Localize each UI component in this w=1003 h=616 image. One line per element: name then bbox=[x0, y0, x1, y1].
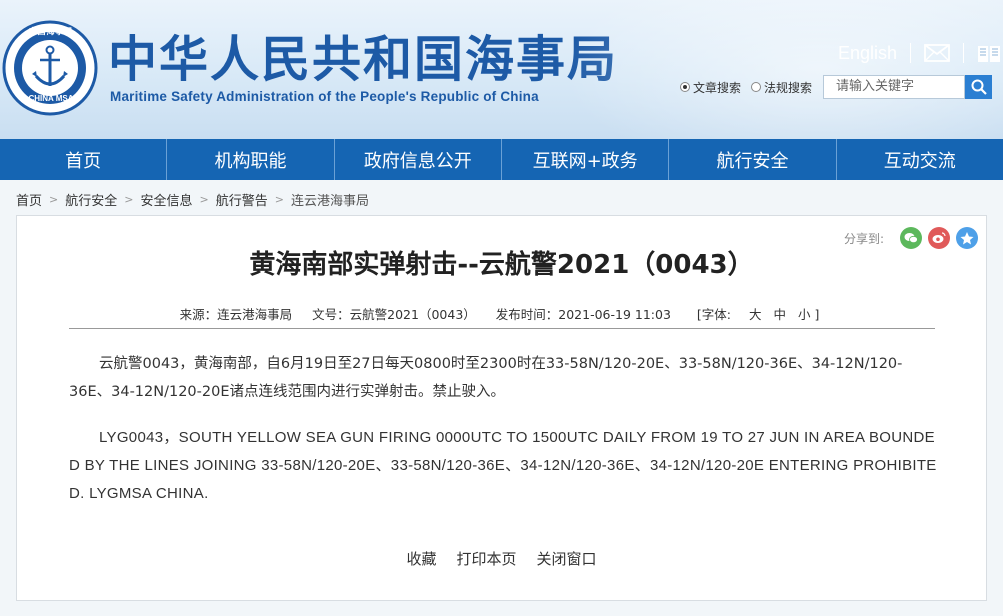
close-window-link[interactable]: 关闭窗口 bbox=[537, 548, 597, 569]
main-nav: 首页 机构职能 政府信息公开 互联网+政务 航行安全 互动交流 bbox=[0, 139, 1003, 180]
nav-item-navigation-safety[interactable]: 航行安全 bbox=[669, 139, 837, 180]
site-header: 中国海事局 CHINA MSA 中华人民共和国海事局 Maritime Safe… bbox=[0, 0, 1003, 139]
meta-doc-no: 文号：云航警2021（0043） bbox=[312, 307, 476, 322]
breadcrumb-item[interactable]: 连云港海事局 bbox=[291, 190, 369, 209]
article-meta: 来源：连云港海事局 文号：云航警2021（0043） 发布时间：2021-06-… bbox=[17, 304, 986, 323]
article-paragraph-en: LYG0043，SOUTH YELLOW SEA GUN FIRING 0000… bbox=[69, 429, 937, 502]
radio-label: 文章搜索 bbox=[693, 80, 742, 95]
breadcrumb: 首页 > 航行安全 > 安全信息 > 航行警告 > 连云港海事局 bbox=[16, 190, 369, 209]
search-button[interactable] bbox=[965, 75, 993, 99]
radio-label: 法规搜索 bbox=[764, 80, 813, 95]
site-title-zh[interactable]: 中华人民共和国海事局 bbox=[108, 30, 618, 90]
chevron-right-icon: > bbox=[274, 192, 284, 206]
breadcrumb-item[interactable]: 首页 bbox=[16, 190, 42, 209]
breadcrumb-item[interactable]: 安全信息 bbox=[140, 190, 192, 209]
font-size-control: [字体: 大 中 小 ] bbox=[687, 304, 823, 323]
font-large-button[interactable]: 大 bbox=[749, 307, 762, 322]
logo-text-top: 中国海事局 bbox=[28, 27, 74, 36]
radio-unselected-icon[interactable] bbox=[751, 82, 762, 92]
search-input[interactable]: 请输入关键字 bbox=[823, 75, 966, 99]
font-small-button[interactable]: 小 ] bbox=[798, 307, 819, 322]
nav-item-home[interactable]: 首页 bbox=[0, 139, 168, 180]
font-medium-button[interactable]: 中 bbox=[774, 307, 787, 322]
divider bbox=[963, 43, 965, 63]
logo-text-bottom: CHINA MSA bbox=[28, 94, 74, 103]
nav-item-internet-gov[interactable]: 互联网+政务 bbox=[502, 139, 670, 180]
bookmark-link[interactable]: 收藏 bbox=[406, 548, 436, 569]
breadcrumb-item[interactable]: 航行警告 bbox=[216, 190, 268, 209]
chevron-right-icon: > bbox=[124, 192, 134, 206]
top-links: English bbox=[838, 40, 1001, 66]
font-size-label: [字体: bbox=[696, 307, 732, 322]
divider bbox=[69, 328, 935, 329]
radio-law-search[interactable]: 法规搜索 bbox=[751, 79, 812, 96]
breadcrumb-item[interactable]: 航行安全 bbox=[65, 190, 117, 209]
nav-item-interaction[interactable]: 互动交流 bbox=[837, 139, 1003, 180]
chevron-right-icon: > bbox=[49, 192, 59, 206]
meta-source: 来源：连云港海事局 bbox=[179, 307, 293, 322]
site-title-en: Maritime Safety Administration of the Pe… bbox=[110, 89, 539, 104]
chevron-right-icon: > bbox=[199, 192, 209, 206]
english-link[interactable]: English bbox=[838, 43, 897, 64]
search-icon bbox=[971, 79, 987, 95]
print-link[interactable]: 打印本页 bbox=[456, 548, 516, 569]
article-actions: 收藏 打印本页 关闭窗口 bbox=[17, 548, 986, 569]
divider bbox=[910, 43, 912, 63]
radio-selected-icon[interactable] bbox=[680, 82, 690, 92]
article-title: 黄海南部实弹射击--云航警2021（0043） bbox=[249, 250, 754, 280]
mail-icon[interactable] bbox=[924, 44, 950, 62]
nav-item-gov-info[interactable]: 政府信息公开 bbox=[335, 139, 502, 180]
book-icon[interactable] bbox=[977, 43, 1001, 63]
article-panel: 分享到: 黄海南部实弹射击--云航警2021（0043） 来源：连云港海事局 文… bbox=[16, 215, 987, 601]
radio-article-search[interactable]: 文章搜索 bbox=[680, 79, 741, 96]
article-paragraph-zh: 云航警0043，黄海南部，自6月19日至27日每天0800时至2300时在33-… bbox=[69, 356, 903, 400]
nav-item-functions[interactable]: 机构职能 bbox=[167, 139, 335, 180]
meta-publish-time: 发布时间：2021-06-19 11:03 bbox=[495, 307, 671, 322]
search-bar: 文章搜索 法规搜索 请输入关键字 bbox=[680, 74, 993, 100]
